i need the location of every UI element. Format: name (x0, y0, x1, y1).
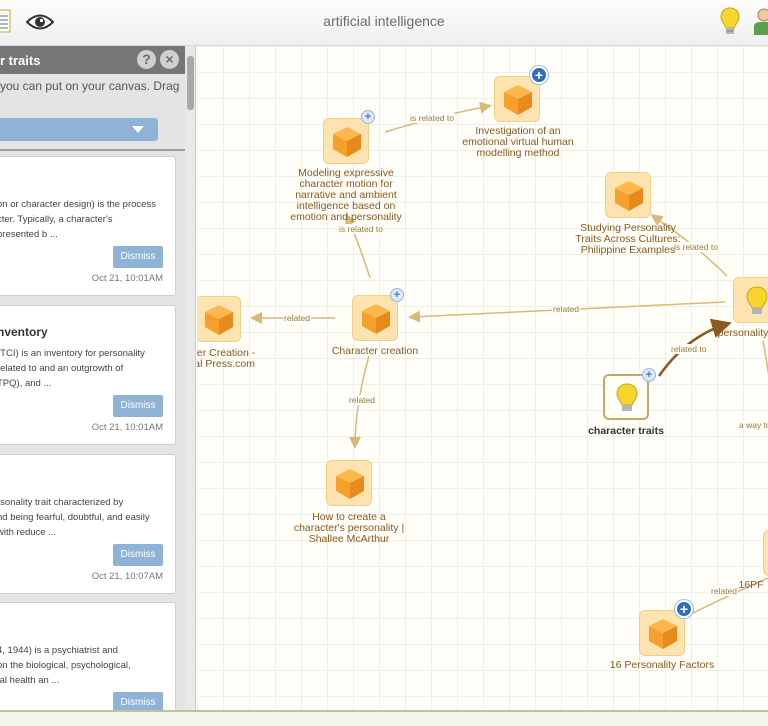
lightbulb-icon (616, 383, 638, 411)
top-toolbar: artificial intelligence (0, 0, 768, 46)
panel-scrollbar[interactable] (185, 46, 195, 710)
panel-title: r traits (0, 53, 41, 68)
suggestions-panel: r traits ? × you can put on your canvas.… (0, 46, 196, 710)
card-title: nventory (0, 325, 48, 339)
edge-label: related (348, 395, 376, 405)
dismiss-button[interactable]: Dismiss (113, 246, 163, 268)
suggestion-card[interactable]: 4, 1944) is a psychiatrist and on the bi… (0, 602, 176, 710)
suggestion-card[interactable]: on or character design) is the process c… (0, 156, 176, 296)
node-creation-tal[interactable] (197, 296, 241, 342)
node-label: Modeling expressive character motion for… (290, 167, 402, 223)
expand-button[interactable]: + (642, 368, 656, 382)
node-label: Character creation (331, 345, 419, 357)
node-label: How to create a character's personality … (293, 511, 405, 545)
node-16-personality-factors[interactable] (639, 610, 685, 656)
cube-icon (333, 127, 361, 157)
node-label: personality (717, 327, 768, 339)
edge-label: related to (670, 344, 708, 354)
lightbulb-icon[interactable] (720, 7, 740, 42)
card-timestamp: Oct 21, 10:01AM (91, 422, 163, 433)
card-body: on or character design) is the process c… (0, 199, 156, 240)
suggestion-card[interactable]: nventory (TCI) is an inventory for perso… (0, 305, 176, 445)
dismiss-button[interactable]: Dismiss (113, 395, 163, 417)
expand-button[interactable]: + (675, 600, 693, 618)
status-strip (0, 710, 768, 726)
node-personality[interactable] (733, 277, 768, 323)
close-icon[interactable]: × (160, 50, 179, 69)
node-label: character traits (588, 425, 664, 437)
node-16pf[interactable] (763, 530, 768, 576)
node-character-creation[interactable] (352, 295, 398, 341)
node-label: 16PF (738, 579, 764, 591)
expand-button[interactable]: + (361, 110, 375, 124)
node-studying[interactable] (605, 172, 651, 218)
edge-label: related (283, 313, 311, 323)
cube-icon (362, 304, 390, 334)
suggestion-card[interactable]: rsonality trait characterized by nd bein… (0, 454, 176, 594)
cube-icon (615, 181, 643, 211)
expand-button[interactable]: + (530, 66, 548, 84)
edge-label: is related to (409, 113, 455, 123)
divider (0, 149, 185, 151)
node-label: cter Creation - Tal Press.com (197, 347, 256, 370)
dismiss-button[interactable]: Dismiss (113, 692, 163, 710)
cube-icon (649, 619, 677, 649)
card-timestamp: Oct 21, 10:01AM (91, 273, 163, 284)
node-how-to-create[interactable] (326, 460, 372, 506)
edge-label: related (552, 304, 580, 314)
cube-icon (504, 85, 532, 115)
page-title: artificial intelligence (323, 13, 445, 29)
edge-label: is related to (338, 224, 384, 234)
lightbulb-icon (746, 286, 768, 314)
expand-button[interactable]: + (390, 288, 404, 302)
user-icon[interactable] (754, 8, 768, 41)
mind-map-canvas[interactable]: is related to is related to related rela… (197, 46, 768, 710)
cube-icon (336, 469, 364, 499)
edge-personality-way (762, 340, 768, 377)
edge-label: a way to (738, 420, 768, 430)
node-label: Investigation of an emotional virtual hu… (462, 125, 574, 159)
card-body: rsonality trait characterized by nd bein… (0, 497, 150, 538)
card-body: 4, 1944) is a psychiatrist and on the bi… (0, 645, 131, 686)
cube-icon (205, 305, 233, 335)
panel-intro: you can put on your canvas. Drag (0, 79, 180, 93)
node-label: Studying Personality Traits Across Cultu… (575, 222, 681, 256)
card-body: (TCI) is an inventory for personality re… (0, 348, 145, 389)
scrollbar-thumb[interactable] (187, 56, 194, 110)
filter-dropdown[interactable] (0, 118, 158, 141)
help-icon[interactable]: ? (137, 50, 156, 69)
dismiss-button[interactable]: Dismiss (113, 544, 163, 566)
node-investigation[interactable] (494, 76, 540, 122)
node-label: 16 Personality Factors (609, 659, 715, 671)
node-modeling[interactable] (323, 118, 369, 164)
panel-header: r traits ? × (0, 46, 185, 74)
app-window: artificial intelligence r traits ? × you… (0, 0, 768, 726)
node-character-traits[interactable] (603, 374, 649, 420)
card-timestamp: Oct 21, 10:07AM (91, 571, 163, 582)
chevron-down-icon (132, 126, 144, 133)
